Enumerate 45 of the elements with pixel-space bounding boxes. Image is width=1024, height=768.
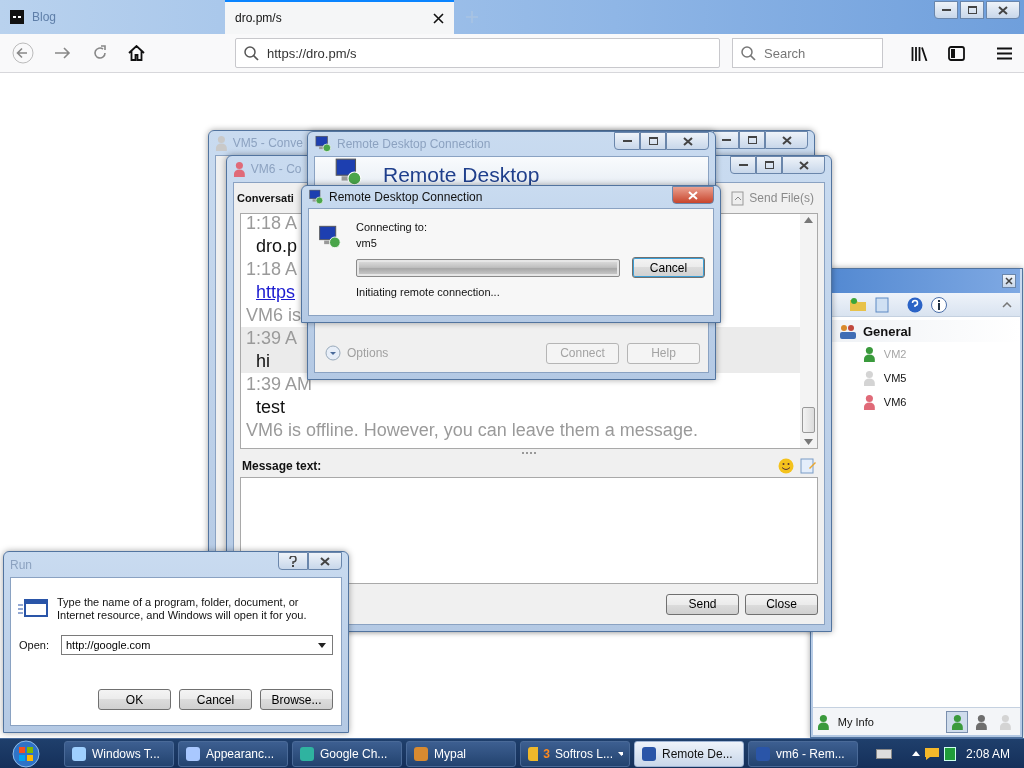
section-label: Conversati: [237, 192, 294, 204]
cancel-button[interactable]: Cancel: [632, 257, 705, 278]
ok-button[interactable]: OK: [98, 689, 171, 710]
instruction-text: Internet resource, and Windows will open it for you.: [57, 609, 307, 621]
taskbar-item[interactable]: vm6 - Rem...: [748, 740, 858, 767]
open-combo-box[interactable]: http://google.com: [60, 635, 333, 655]
timestamp: 1:39 A: [246, 328, 298, 349]
taskbar-item[interactable]: Windows T...: [64, 740, 174, 767]
timestamp: 1:18 A: [246, 259, 298, 280]
field-label: Open:: [19, 639, 49, 651]
message-link[interactable]: https: [256, 282, 296, 303]
field-label: Message text:: [242, 459, 322, 473]
status-text: Initiating remote connection...: [356, 286, 501, 298]
close-button[interactable]: Close: [745, 593, 818, 615]
cancel-button[interactable]: Cancel: [179, 689, 252, 710]
message-text: hi: [256, 351, 270, 372]
message-text: dro.p: [256, 236, 298, 257]
window-title: Run: [10, 557, 32, 572]
window-title: Remote Desktop Connection: [337, 137, 491, 151]
window-title: Remote Desktop Connection: [329, 190, 483, 204]
contact-name[interactable]: VM5: [883, 372, 907, 384]
window-heading: Remote Desktop: [383, 163, 540, 187]
contact-name[interactable]: VM6: [883, 396, 907, 408]
taskbar-item[interactable]: Mypal: [406, 740, 516, 767]
timestamp: 1:18 A: [246, 214, 298, 234]
send-button[interactable]: Send: [666, 593, 739, 615]
instruction-text: Type the name of a program, folder, document, or: [57, 596, 300, 608]
taskbar-item[interactable]: Appearanc...: [178, 740, 288, 767]
window-title: VM5 - Conve: [232, 136, 303, 150]
taskbar-item[interactable]: 3 Softros L...: [520, 740, 630, 767]
group-name[interactable]: General: [863, 323, 912, 339]
search-field[interactable]: Search: [732, 38, 883, 68]
address-bar[interactable]: https://dro.pm/s: [235, 38, 721, 68]
window-title: VM6 - Co: [250, 162, 302, 176]
message-text: test: [256, 397, 285, 418]
taskbar-item[interactable]: Remote De...: [634, 740, 744, 767]
my-info-link[interactable]: My Info: [837, 715, 874, 728]
status-notice: VM6 is: [246, 305, 301, 326]
browse-button[interactable]: Browse...: [260, 689, 333, 710]
taskbar-item[interactable]: Google Ch...: [292, 740, 402, 767]
status-notice: VM6 is offline. However, you can leave them a message.: [246, 420, 698, 441]
connecting-label: Connecting to:: [356, 221, 428, 233]
host-name: vm5: [356, 237, 378, 249]
browser-tab[interactable]: dro.pm/s: [225, 0, 454, 34]
clock[interactable]: 2:08 AM: [965, 746, 1010, 761]
